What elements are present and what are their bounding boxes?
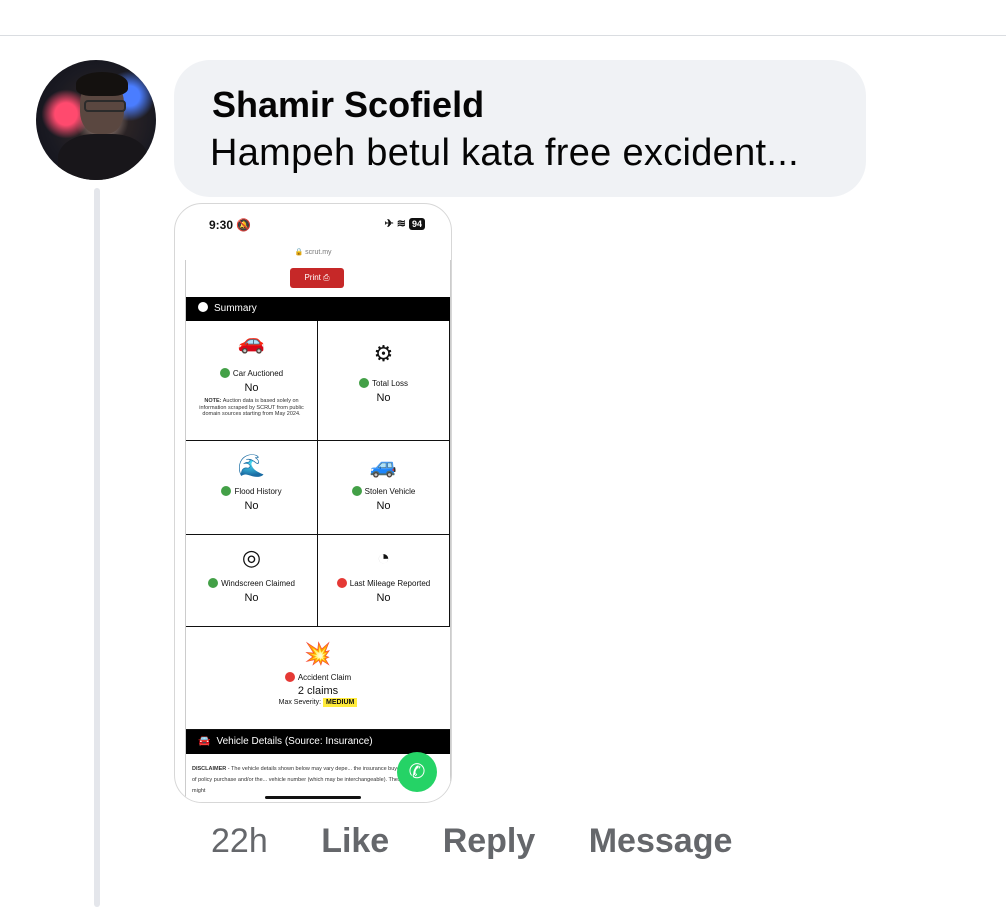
cell-label: Accident Claim: [297, 673, 352, 683]
wrecked-car-icon: ⚙: [373, 341, 394, 366]
severity-badge: MEDIUM: [322, 698, 358, 707]
x-icon: [284, 672, 295, 682]
x-icon: [336, 578, 347, 588]
comment-time[interactable]: 22h: [211, 822, 268, 860]
thread-line: [94, 188, 100, 907]
message-button[interactable]: Message: [589, 822, 733, 860]
cell-windscreen-claimed: ◎ Windscreen Claimed No: [186, 535, 318, 627]
check-icon: [358, 378, 369, 388]
comment-bubble: Shamir Scofield Hampeh betul kata free e…: [174, 60, 866, 197]
battery-icon: 94: [408, 218, 425, 230]
crash-icon: 💥: [304, 641, 332, 666]
check-icon: [351, 486, 362, 496]
whatsapp-icon[interactable]: ✆: [397, 752, 437, 792]
windscreen-icon: ◎: [241, 545, 262, 570]
top-divider: [0, 35, 1006, 36]
reply-button[interactable]: Reply: [443, 822, 536, 860]
cell-label: Stolen Vehicle: [364, 487, 416, 497]
disclaimer: DISCLAIMER - The vehicle details shown b…: [192, 766, 430, 794]
sold-car-icon: 🚗: [237, 329, 266, 354]
status-bar: 9:30 🔕 ✈ ≋ 94: [175, 204, 451, 244]
car-icon: 🚘: [198, 736, 211, 747]
cell-label: Last Mileage Reported: [349, 579, 431, 589]
cell-last-mileage: ◔ Last Mileage Reported No: [318, 535, 450, 627]
cell-stolen-vehicle: 🚙 Stolen Vehicle No: [318, 441, 450, 535]
cell-value: No: [244, 382, 259, 394]
cell-value: 2 claims: [297, 685, 339, 697]
status-icons: ✈ ≋ 94: [384, 217, 425, 230]
avatar[interactable]: [36, 60, 156, 180]
cell-value: No: [244, 500, 259, 512]
comment-text: Hampeh betul kata free excident...: [210, 132, 799, 174]
cell-label: Windscreen Claimed: [221, 579, 295, 589]
summary-header: Summary: [186, 297, 450, 321]
cell-label: Flood History: [234, 487, 282, 497]
cell-total-loss: ⚙ Total Loss No: [318, 321, 450, 441]
check-icon: [221, 486, 232, 496]
print-button[interactable]: Print ⎙: [290, 268, 344, 288]
cell-value: No: [244, 592, 259, 604]
cell-accident-claim: 💥 Accident Claim 2 claims Max Severity: …: [186, 627, 450, 730]
like-button[interactable]: Like: [321, 822, 389, 860]
report-content: Print ⎙ Summary 🚗 Car Auctioned No NOTE:…: [185, 260, 451, 802]
check-icon: [219, 368, 230, 378]
cell-value: No: [376, 392, 391, 404]
odometer-icon: ◔: [376, 545, 391, 570]
check-icon: [208, 578, 219, 588]
comment-actions: 22h Like Reply Message: [211, 822, 776, 861]
cell-value: No: [376, 592, 391, 604]
auction-note: NOTE: Auction data is based solely on in…: [199, 398, 304, 417]
home-indicator: [265, 796, 361, 799]
severity-label: Max Severity:: [278, 699, 322, 706]
check-circle-icon: [198, 302, 208, 313]
comment-author[interactable]: Shamir Scofield: [212, 84, 484, 126]
cell-value: No: [376, 500, 391, 512]
status-time: 9:30 🔕: [209, 218, 252, 232]
url-bar: 🔒 scrut.my: [294, 249, 332, 256]
cell-flood-history: 🌊 Flood History No: [186, 441, 318, 535]
thief-icon: 🚙: [369, 453, 398, 478]
cell-car-auctioned: 🚗 Car Auctioned No NOTE: Auction data is…: [186, 321, 318, 441]
cell-label: Total Loss: [371, 379, 409, 389]
cell-label: Car Auctioned: [232, 369, 284, 379]
vehicle-details-header: 🚘 Vehicle Details (Source: Insurance): [186, 730, 450, 754]
flood-icon: 🌊: [237, 453, 266, 478]
attached-screenshot[interactable]: 9:30 🔕 ✈ ≋ 94 🔒 scrut.my Print ⎙ Summary …: [174, 203, 452, 803]
